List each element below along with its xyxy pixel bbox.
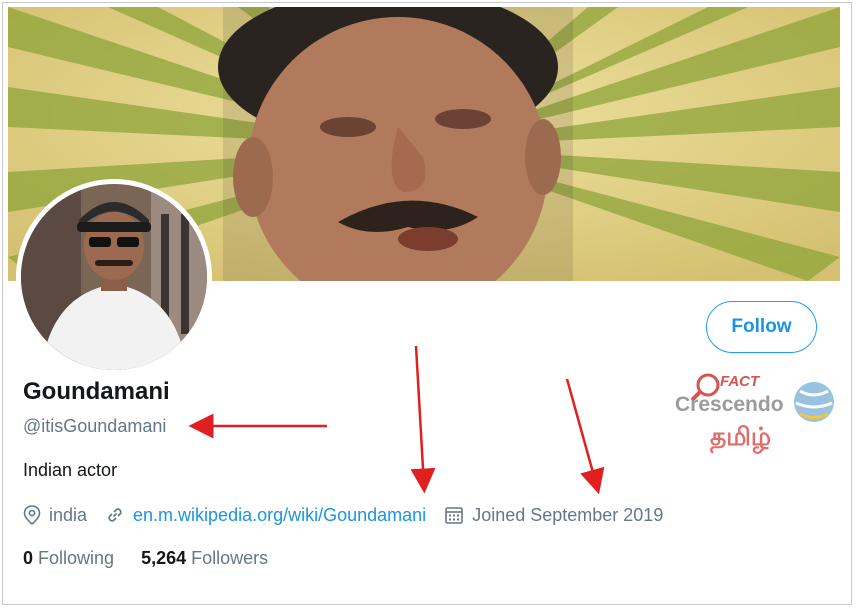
- fact-crescendo-watermark: FACT Crescendo தமிழ்: [670, 371, 840, 463]
- followers-label: Followers: [191, 548, 269, 568]
- profile-handle: @itisGoundamani: [23, 416, 167, 436]
- profile-name: Goundamani: [23, 378, 170, 405]
- profile-location: india: [23, 505, 87, 526]
- location-pin-icon: [23, 505, 41, 525]
- following-count: 0: [23, 548, 34, 568]
- profile-avatar[interactable]: [16, 179, 212, 375]
- follow-button[interactable]: Follow: [706, 301, 817, 353]
- website-link[interactable]: en.m.wikipedia.org/wiki/Goundamani: [133, 505, 426, 526]
- calendar-icon: [445, 507, 463, 524]
- link-icon: [108, 508, 122, 522]
- joined-text: Joined September 2019: [472, 504, 664, 525]
- following-stat[interactable]: 0 Following: [23, 548, 114, 569]
- follow-stats: 0 Following 5,264 Followers: [23, 548, 295, 569]
- profile-bio: Indian actor: [23, 460, 118, 480]
- globe-logo-icon: [794, 382, 834, 422]
- watermark-tamil: தமிழ்: [710, 423, 772, 451]
- followers-stat[interactable]: 5,264 Followers: [141, 548, 268, 569]
- profile-website[interactable]: en.m.wikipedia.org/wiki/Goundamani: [105, 505, 426, 526]
- following-label: Following: [38, 548, 115, 568]
- watermark-fact: FACT: [720, 373, 760, 390]
- profile-joined: Joined September 2019: [444, 505, 663, 526]
- followers-count: 5,264: [141, 548, 187, 568]
- profile-card: Follow Goundamani @itisGoundamani Indian…: [2, 2, 852, 605]
- watermark-crescendo: Crescendo: [675, 393, 784, 416]
- location-text: india: [49, 504, 88, 525]
- profile-meta: india en.m.wikipedia.org/wiki/Goundamani…: [23, 503, 681, 527]
